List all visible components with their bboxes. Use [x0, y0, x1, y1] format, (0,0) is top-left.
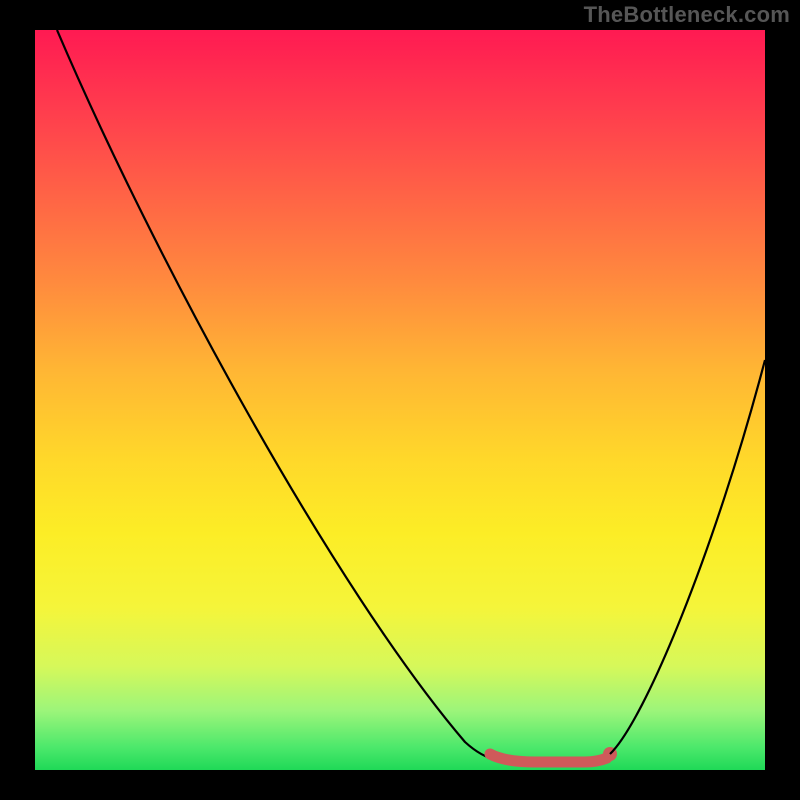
curve-svg	[35, 30, 765, 770]
bottleneck-curve-left	[57, 30, 497, 760]
bottleneck-curve-right	[610, 360, 765, 754]
optimum-band	[490, 754, 607, 762]
plot-area	[35, 30, 765, 770]
attribution-text: TheBottleneck.com	[584, 2, 790, 28]
chart-frame: TheBottleneck.com	[0, 0, 800, 800]
